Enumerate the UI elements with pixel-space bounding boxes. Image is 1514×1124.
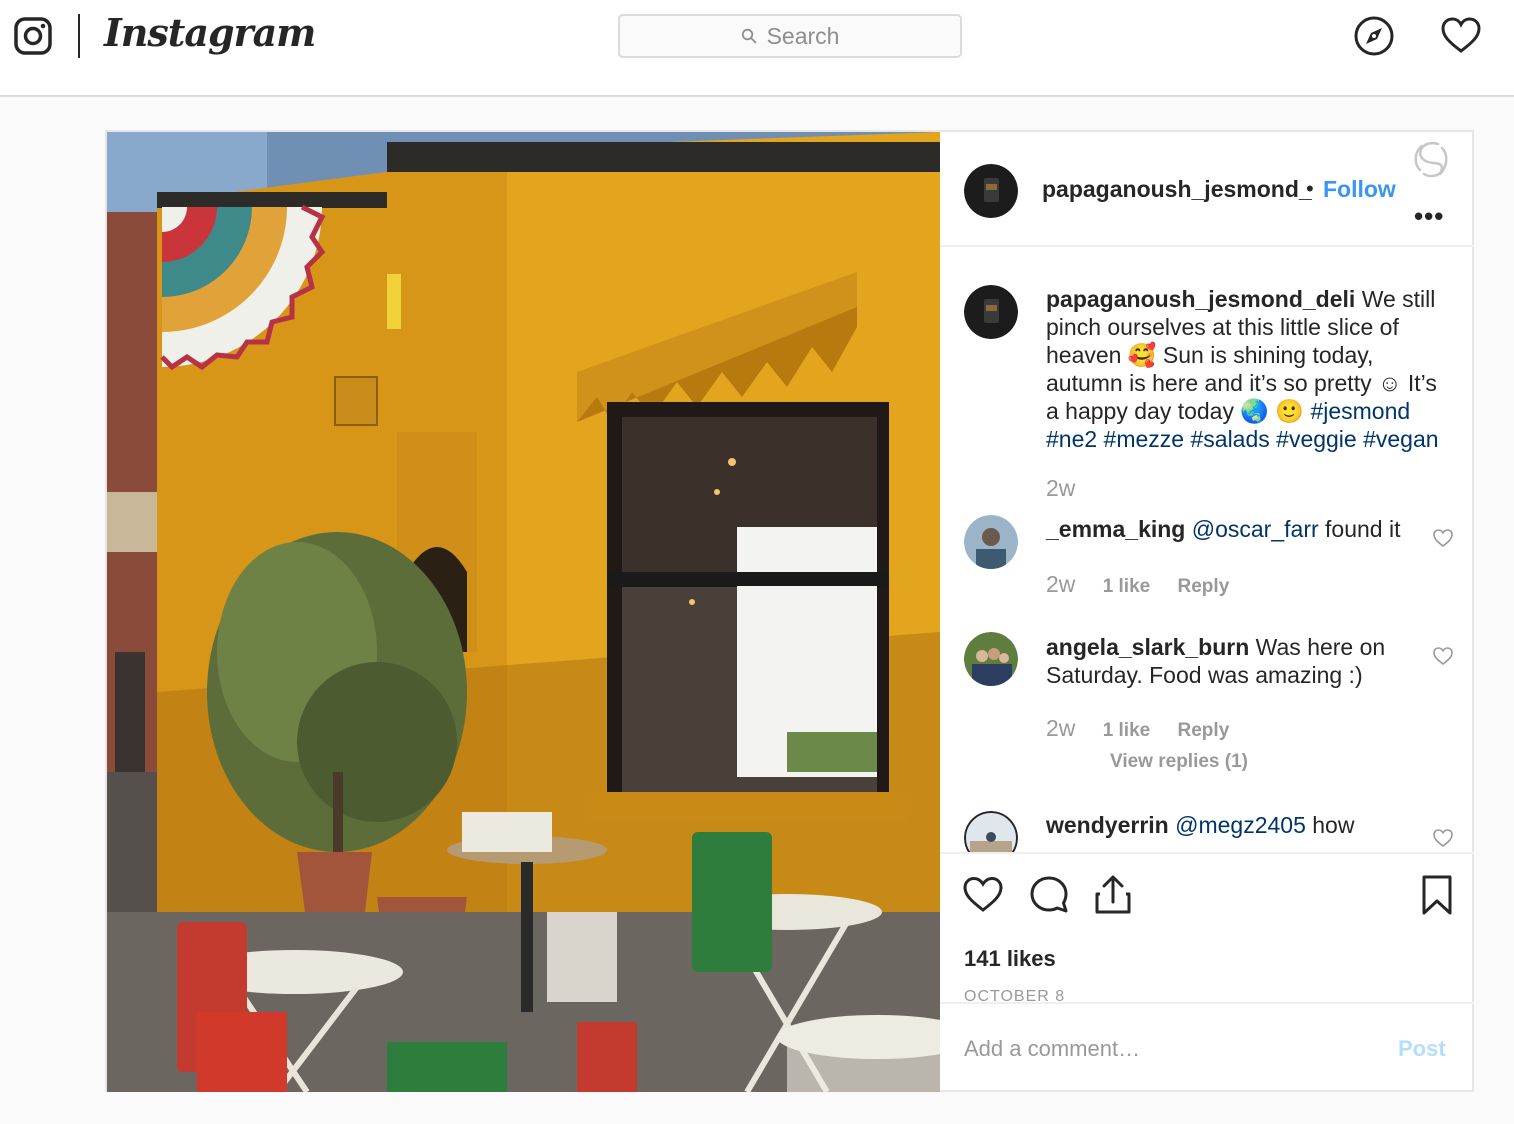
bookmark-icon[interactable] bbox=[1416, 874, 1458, 916]
caption-meta: 2w bbox=[1046, 475, 1097, 502]
comment-meta: 2w 1 like Reply bbox=[1046, 571, 1251, 598]
post-photo[interactable] bbox=[107, 132, 940, 1092]
comment-like-heart-icon[interactable] bbox=[1432, 527, 1454, 549]
search-icon bbox=[741, 28, 756, 44]
author-avatar[interactable] bbox=[964, 164, 1018, 218]
likes-count[interactable]: 141 likes bbox=[964, 946, 1056, 972]
comment-mention[interactable]: @oscar_farr bbox=[1192, 516, 1319, 542]
search-box[interactable]: Search bbox=[618, 14, 962, 58]
nav-divider bbox=[78, 14, 80, 58]
caption-text: papaganoush_jesmond_deli We still pinch … bbox=[1046, 286, 1439, 452]
comment-text: _emma_king @oscar_farr found it bbox=[1046, 516, 1401, 542]
comment-bubble-icon[interactable] bbox=[1028, 874, 1070, 916]
author-username[interactable]: papaganoush_jesmond_ bbox=[1042, 176, 1312, 203]
search-placeholder: Search bbox=[766, 22, 840, 49]
smiling-hearts-emoji: 🥰 bbox=[1127, 342, 1157, 368]
comment-meta: 2w 1 like Reply bbox=[1046, 715, 1251, 742]
comment-text: angela_slark_burn Was here on Saturday. … bbox=[1046, 634, 1386, 688]
extension-logo-icon[interactable] bbox=[1410, 138, 1454, 182]
comment-likes[interactable]: 1 like bbox=[1103, 720, 1151, 741]
comment-username[interactable]: wendyerrin bbox=[1046, 812, 1169, 838]
comment-username[interactable]: angela_slark_burn bbox=[1046, 634, 1249, 660]
comment-timestamp[interactable]: 2w bbox=[1046, 571, 1075, 597]
caption-avatar[interactable] bbox=[964, 285, 1018, 339]
caption-timestamp[interactable]: 2w bbox=[1046, 475, 1075, 501]
like-heart-icon[interactable] bbox=[962, 874, 1004, 916]
reply-button[interactable]: Reply bbox=[1178, 720, 1230, 741]
comment-text: wendyerrin @megz2405 how bbox=[1046, 812, 1355, 838]
instagram-wordmark[interactable]: Instagram bbox=[104, 10, 316, 55]
post-comment-button[interactable]: Post bbox=[1398, 1036, 1446, 1062]
compass-icon[interactable] bbox=[1352, 14, 1396, 58]
commenter-avatar[interactable] bbox=[964, 632, 1018, 686]
comment-timestamp[interactable]: 2w bbox=[1046, 715, 1075, 741]
commenter-avatar[interactable] bbox=[964, 811, 1018, 852]
comment-likes[interactable]: 1 like bbox=[1103, 576, 1151, 597]
comment-like-heart-icon[interactable] bbox=[1432, 827, 1454, 849]
hashtag-link[interactable]: #jesmond bbox=[1310, 398, 1410, 424]
heart-icon[interactable] bbox=[1439, 14, 1483, 58]
cafe-facade-photo bbox=[107, 132, 940, 1092]
reply-button[interactable]: Reply bbox=[1178, 576, 1230, 597]
top-navigation-bar: Instagram Search bbox=[0, 0, 1514, 97]
post-header: papaganoush_jesmond_ • Follow ••• bbox=[940, 132, 1474, 247]
globe-smile-emoji: 🌏 🙂 bbox=[1240, 398, 1305, 424]
more-options-button[interactable]: ••• bbox=[1414, 203, 1444, 229]
comment-mention[interactable]: @megz2405 bbox=[1175, 812, 1306, 838]
post-sidebar: papaganoush_jesmond_ • Follow ••• papaga… bbox=[940, 132, 1474, 1092]
add-comment-bar: Post bbox=[940, 1002, 1474, 1092]
comments-list[interactable]: papaganoush_jesmond_deli We still pinch … bbox=[940, 249, 1474, 852]
post-card: papaganoush_jesmond_ • Follow ••• papaga… bbox=[105, 130, 1474, 1092]
caption-username[interactable]: papaganoush_jesmond_deli bbox=[1046, 286, 1355, 312]
view-replies-button[interactable]: View replies (1) bbox=[1110, 751, 1248, 773]
comment-input[interactable] bbox=[964, 1034, 1364, 1064]
post-actions: 141 likes OCTOBER 8 bbox=[940, 852, 1474, 1005]
comment-like-heart-icon[interactable] bbox=[1432, 645, 1454, 667]
instagram-glyph-icon[interactable] bbox=[14, 17, 52, 55]
comment-username[interactable]: _emma_king bbox=[1046, 516, 1185, 542]
follow-button[interactable]: Follow bbox=[1323, 176, 1396, 203]
hashtags-line[interactable]: #ne2 #mezze #salads #veggie #vegan bbox=[1046, 426, 1439, 452]
commenter-avatar[interactable] bbox=[964, 515, 1018, 569]
separator-dot: • bbox=[1306, 176, 1314, 201]
share-icon[interactable] bbox=[1092, 874, 1134, 916]
